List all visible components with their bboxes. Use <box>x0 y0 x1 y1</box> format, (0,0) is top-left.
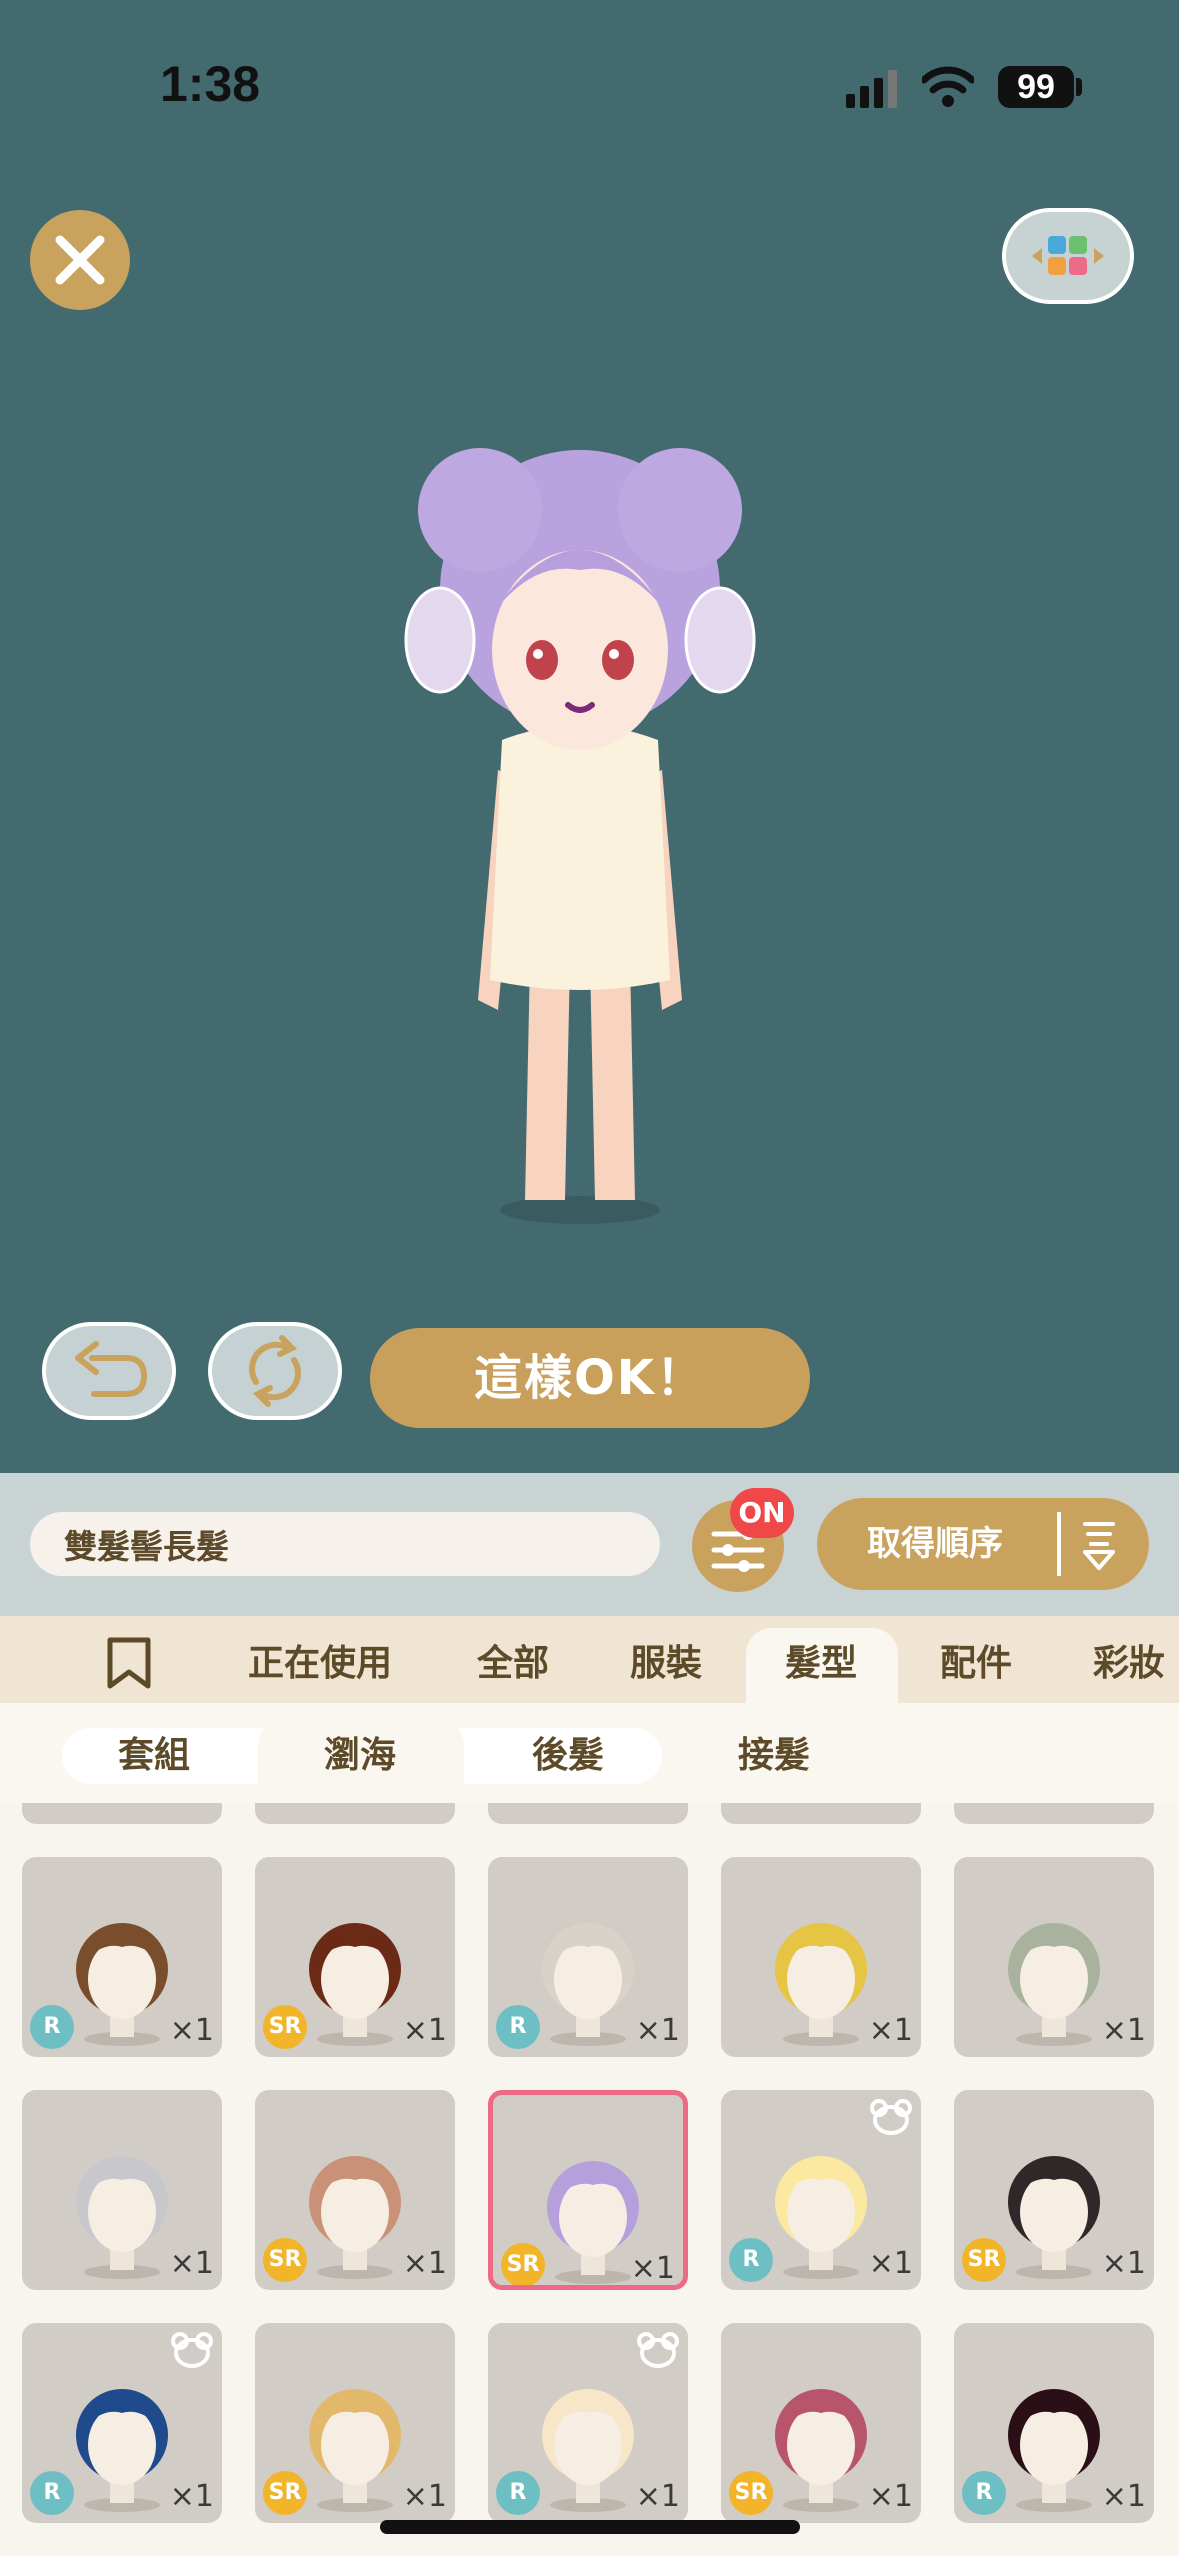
grid-item[interactable]: ×1 <box>721 1857 921 2057</box>
subtab-extensions[interactable]: 接髮 <box>738 1728 810 1784</box>
grid-item-partial[interactable]: ×1 <box>721 1803 921 1824</box>
tab-makeup[interactable]: 彩妝 <box>1093 1620 1165 1708</box>
undo-button[interactable] <box>42 1322 176 1420</box>
rarity-badge: R <box>496 2471 540 2515</box>
item-quantity: ×1 <box>868 2479 913 2514</box>
bookmark-icon[interactable] <box>106 1636 152 1690</box>
item-quantity: ×1 <box>402 2479 447 2514</box>
item-quantity: ×1 <box>169 2246 214 2281</box>
grid-item[interactable]: R ×1 <box>721 2090 921 2290</box>
item-quantity: ×1 <box>635 2479 680 2514</box>
rarity-badge: R <box>962 2471 1006 2515</box>
item-quantity: ×1 <box>402 2013 447 2048</box>
rarity-badge: SR <box>729 2471 773 2515</box>
item-quantity: ×1 <box>1101 2479 1146 2514</box>
search-input[interactable] <box>30 1512 660 1576</box>
grid-item[interactable]: SR ×1 <box>255 1857 455 2057</box>
grid-item[interactable]: R ×1 <box>488 2323 688 2523</box>
tab-in-use[interactable]: 正在使用 <box>248 1620 392 1708</box>
wifi-icon <box>922 66 974 107</box>
rarity-badge: SR <box>501 2243 545 2285</box>
sort-divider <box>1057 1512 1061 1576</box>
item-quantity: ×1 <box>1101 2013 1146 2048</box>
item-quantity: ×1 <box>868 2246 913 2281</box>
item-quantity: ×1 <box>868 2013 913 2048</box>
item-quantity: ×1 <box>635 2013 680 2048</box>
grid-item-selected[interactable]: SR ×1 <box>488 2090 688 2290</box>
refresh-icon <box>249 1335 301 1407</box>
character-avatar <box>404 448 756 1224</box>
rarity-badge: R <box>30 2471 74 2515</box>
item-quantity: ×1 <box>402 2246 447 2281</box>
subtab-bangs[interactable]: 瀏海 <box>324 1728 396 1784</box>
grid-arrows-icon <box>1032 236 1104 275</box>
grid-item-partial[interactable]: ×1 <box>255 1803 455 1824</box>
rarity-badge: SR <box>263 2471 307 2515</box>
signal-icon <box>846 70 897 108</box>
item-quantity: ×1 <box>630 2251 675 2286</box>
layout-toggle-button[interactable] <box>1002 208 1134 304</box>
confirm-ok-button[interactable]: 這樣OK！ <box>370 1328 810 1428</box>
grid-item[interactable]: SR ×1 <box>255 2090 455 2290</box>
tab-accessories[interactable]: 配件 <box>940 1620 1012 1708</box>
item-quantity: ×1 <box>1101 2246 1146 2281</box>
grid-item[interactable]: SR ×1 <box>255 2323 455 2523</box>
subtab-back-hair[interactable]: 後髮 <box>532 1728 604 1784</box>
tab-clothing[interactable]: 服裝 <box>630 1620 702 1708</box>
rarity-badge: SR <box>263 2238 307 2282</box>
grid-item-partial[interactable]: ×1 <box>22 1803 222 1824</box>
tab-all[interactable]: 全部 <box>477 1620 549 1708</box>
grid-item[interactable]: R ×1 <box>22 2323 222 2523</box>
rarity-badge: R <box>30 2005 74 2049</box>
rarity-badge: SR <box>263 2005 307 2049</box>
grid-item-partial[interactable]: ×1 <box>488 1803 688 1824</box>
grid-item-partial[interactable]: ×1 <box>954 1803 1154 1824</box>
filter-on-badge: ON <box>730 1488 794 1538</box>
tab-hairstyle[interactable]: 髮型 <box>785 1620 857 1708</box>
item-quantity: ×1 <box>169 2013 214 2048</box>
undo-icon <box>75 1341 148 1397</box>
grid-item[interactable]: ×1 <box>22 2090 222 2290</box>
rarity-badge: R <box>729 2238 773 2282</box>
home-indicator <box>380 2520 800 2534</box>
grid-item[interactable]: SR ×1 <box>954 2090 1154 2290</box>
grid-item[interactable]: R ×1 <box>488 1857 688 2057</box>
bear-badge-icon <box>870 2099 912 2135</box>
close-icon <box>55 235 105 285</box>
grid-item[interactable]: R ×1 <box>954 2323 1154 2523</box>
rarity-badge: R <box>496 2005 540 2049</box>
sort-label: 取得順序 <box>867 1524 1003 1564</box>
rarity-badge: SR <box>962 2238 1006 2282</box>
sort-direction-icon[interactable] <box>1075 1518 1123 1572</box>
item-quantity: ×1 <box>169 2479 214 2514</box>
close-button[interactable] <box>30 210 130 310</box>
grid-item[interactable]: SR ×1 <box>721 2323 921 2523</box>
bear-badge-icon <box>171 2332 213 2368</box>
status-time: 1:38 <box>160 56 261 112</box>
sort-order-button[interactable]: 取得順序 <box>817 1498 1149 1590</box>
item-grid: ×1 ×1 ×1 ×1 ×1 R ×1 SR ×1 R ×1 ×1 ×1 ×1 SR ×1 SR ×1 R ×1 SR ×… <box>0 1803 1179 2556</box>
battery-tip <box>1076 78 1082 96</box>
bear-badge-icon <box>637 2332 679 2368</box>
battery-indicator: 99 <box>998 66 1074 108</box>
subtab-set[interactable]: 套組 <box>118 1728 190 1784</box>
grid-item[interactable]: R ×1 <box>22 1857 222 2057</box>
randomize-button[interactable] <box>208 1322 342 1420</box>
grid-item[interactable]: ×1 <box>954 1857 1154 2057</box>
